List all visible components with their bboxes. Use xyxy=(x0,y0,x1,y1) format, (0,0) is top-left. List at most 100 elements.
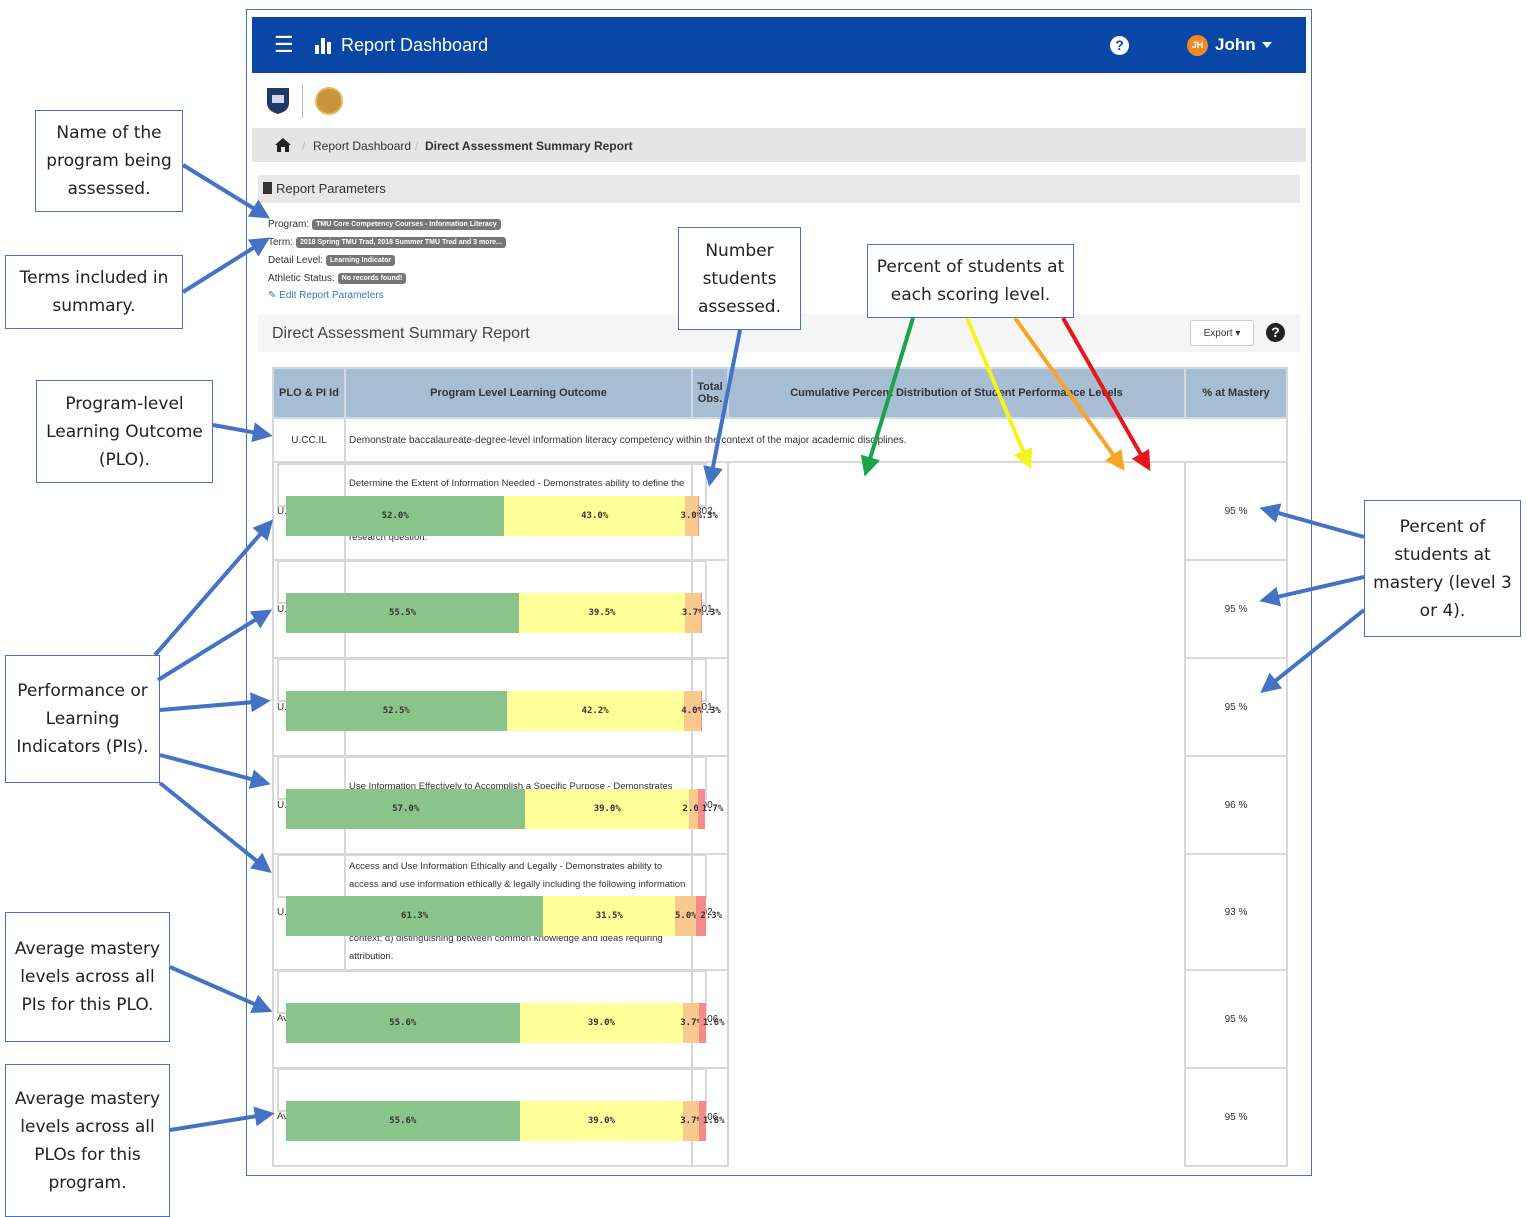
term-badge: 2018 Spring TMU Trad, 2018 Summer TMU Tr… xyxy=(296,237,506,248)
bar-segment-label: .3% xyxy=(704,608,721,618)
app-title[interactable]: Report Dashboard xyxy=(341,35,488,56)
distribution-cell: 55.5% 39.5% 3.7% .3% xyxy=(277,560,721,633)
distribution-bar: 61.3% 31.5% 5.0% 2.3% xyxy=(286,896,722,936)
bar-segment-level-3: 42.2% xyxy=(506,691,684,731)
mastery-percent: 96 % xyxy=(1184,755,1288,855)
avatar[interactable]: JH xyxy=(1187,35,1208,56)
athletic-badge: No records found! xyxy=(337,273,407,284)
bar-segment-label: 43.0% xyxy=(581,511,609,521)
bar-segment-label: 55.6% xyxy=(389,1018,417,1028)
param-detail: Detail Level: Learning Indicator xyxy=(268,255,396,266)
detail-badge: Learning Indicator xyxy=(326,255,396,266)
bar-segment-label: 39.0% xyxy=(587,1018,615,1028)
mastery-percent: 95 % xyxy=(1184,461,1288,561)
menu-icon[interactable]: ☰ xyxy=(274,32,294,58)
bar-segment-level-2: 3.7% xyxy=(682,593,704,633)
bar-segment-level-1: 2.3% xyxy=(696,896,722,936)
bar-segment-label: 55.5% xyxy=(389,608,417,618)
badge-logo-icon xyxy=(315,87,343,115)
bar-segment-label: .3% xyxy=(704,706,721,716)
mastery-percent: 93 % xyxy=(1184,853,1288,971)
bar-segment-level-3: 39.5% xyxy=(519,593,685,633)
bar-segment-label: 1.6% xyxy=(702,1018,725,1028)
bar-chart-icon xyxy=(315,38,331,54)
export-button[interactable]: Export ▾ xyxy=(1190,320,1254,346)
bar-segment-level-2: 2.0% xyxy=(683,789,704,829)
table-row: U.CC.IL.PI01Determine the Extent of Info… xyxy=(272,461,1288,561)
col-header-outcome: Program Level Learning Outcome xyxy=(344,367,693,419)
bar-segment-level-4: 52.5% xyxy=(286,691,507,731)
param-athletic: Athletic Status: No records found! xyxy=(268,273,407,284)
callout-plo: Program-level Learning Outcome (PLO). xyxy=(36,380,213,483)
bar-segment-level-2: 5.0% xyxy=(675,896,697,936)
plo-text: Demonstrate baccalaureate-degree-level i… xyxy=(344,417,1288,463)
param-program: Program: TMU Core Competency Courses - In… xyxy=(268,219,501,230)
mastery-percent: 95 % xyxy=(1184,969,1288,1069)
user-menu[interactable]: John xyxy=(1215,35,1256,55)
bar-segment-level-2: 3.7% xyxy=(680,1101,702,1141)
distribution-cell: 57.0% 39.0% 2.0% 1.7% xyxy=(277,756,723,829)
help-icon[interactable]: ? xyxy=(1110,36,1129,55)
mastery-percent: 95 % xyxy=(1184,657,1288,757)
distribution-cell: 55.6% 39.0% 3.7% 1.6% xyxy=(277,1068,725,1141)
table-row: U.CC.IL.PI03Evaluate Information and its… xyxy=(272,657,1288,757)
distribution-cell: 52.5% 42.2% 4.0% .3% xyxy=(277,658,721,731)
callout-num-students: Number students assessed. xyxy=(678,227,801,330)
bar-segment-label: 57.0% xyxy=(392,804,420,814)
bar-segment-level-4: 61.3% xyxy=(286,896,544,936)
bar-segment-level-1: .3% xyxy=(700,691,721,731)
distribution-bar: 55.6% 39.0% 3.7% 1.6% xyxy=(286,1101,725,1141)
distribution-bar: 52.0% 43.0% 3.0% .3% xyxy=(286,496,718,536)
bar-segment-level-4: 55.6% xyxy=(286,1003,520,1043)
bar-segment-level-2: 4.0% xyxy=(681,691,703,731)
distribution-bar: 55.6% 39.0% 3.7% 1.6% xyxy=(286,1003,725,1043)
logo-divider xyxy=(302,84,303,118)
shield-logo-icon xyxy=(267,88,289,114)
callout-program-name: Name of the program being assessed. xyxy=(35,110,183,212)
mastery-percent: 95 % xyxy=(1184,559,1288,659)
edit-parameters-link[interactable]: ✎ Edit Report Parameters xyxy=(268,290,384,301)
help-icon[interactable]: ? xyxy=(1266,323,1285,342)
col-header-total: Total Obs. xyxy=(691,367,729,419)
callout-pct-levels: Percent of students at each scoring leve… xyxy=(867,244,1074,318)
plo-row: U.CC.IL Demonstrate baccalaureate-degree… xyxy=(272,417,1288,463)
bar-segment-label: .3% xyxy=(701,511,718,521)
table-row: Average Student Performance Level across… xyxy=(272,969,1288,1069)
callout-avg-plos: Average mastery levels across all PLOs f… xyxy=(5,1064,170,1217)
distribution-cell: 61.3% 31.5% 5.0% 2.3% xyxy=(277,854,722,936)
program-badge: TMU Core Competency Courses - Informatio… xyxy=(312,219,501,230)
callout-pis: Performance or Learning Indicators (PIs)… xyxy=(5,655,160,783)
chevron-down-icon[interactable] xyxy=(1262,42,1272,48)
bar-segment-label: 1.7% xyxy=(701,804,724,814)
bar-segment-label: 2.3% xyxy=(700,911,723,921)
bar-segment-level-2: 3.7% xyxy=(680,1003,702,1043)
report-title: Direct Assessment Summary Report xyxy=(272,325,530,342)
col-header-mastery: % at Mastery xyxy=(1184,367,1288,419)
distribution-cell: 55.6% 39.0% 3.7% 1.6% xyxy=(277,970,725,1043)
bar-segment-level-3: 39.0% xyxy=(519,1003,684,1043)
table-row: U.CC.IL.PI02Access the Needed Informatio… xyxy=(272,559,1288,659)
table-row: U.CC.IL.PI05Access and Use Information E… xyxy=(272,853,1288,971)
param-term: Term: 2018 Spring TMU Trad, 2018 Summer T… xyxy=(268,237,506,248)
bar-segment-label: 39.0% xyxy=(593,804,621,814)
bar-segment-level-3: 31.5% xyxy=(543,896,676,936)
breadcrumb-report-dashboard[interactable]: Report Dashboard xyxy=(313,139,411,153)
bar-segment-level-1: 1.6% xyxy=(698,1101,725,1141)
distribution-bar: 55.5% 39.5% 3.7% .3% xyxy=(286,593,721,633)
table-row: U.CC.IL.PI04Use Information Effectively … xyxy=(272,755,1288,855)
report-parameters-header: Report Parameters xyxy=(258,175,1300,203)
breadcrumb-current: Direct Assessment Summary Report xyxy=(425,139,633,153)
bar-segment-level-1: 1.7% xyxy=(697,789,723,829)
bar-segment-level-3: 43.0% xyxy=(504,496,685,536)
bar-segment-label: 52.0% xyxy=(381,511,409,521)
bar-segment-label: 3.0% xyxy=(680,511,703,521)
plo-id: U.CC.IL xyxy=(272,417,346,463)
bar-segment-level-3: 39.0% xyxy=(525,789,690,829)
table-row: Average Student Performance Level across… xyxy=(272,1067,1288,1167)
home-icon[interactable] xyxy=(274,137,292,153)
bar-segment-level-1: .3% xyxy=(700,593,721,633)
bar-segment-level-1: 1.6% xyxy=(698,1003,725,1043)
bar-segment-level-4: 55.6% xyxy=(286,1101,520,1141)
callout-avg-pis: Average mastery levels across all PIs fo… xyxy=(5,912,170,1042)
bar-segment-level-4: 52.0% xyxy=(286,496,505,536)
